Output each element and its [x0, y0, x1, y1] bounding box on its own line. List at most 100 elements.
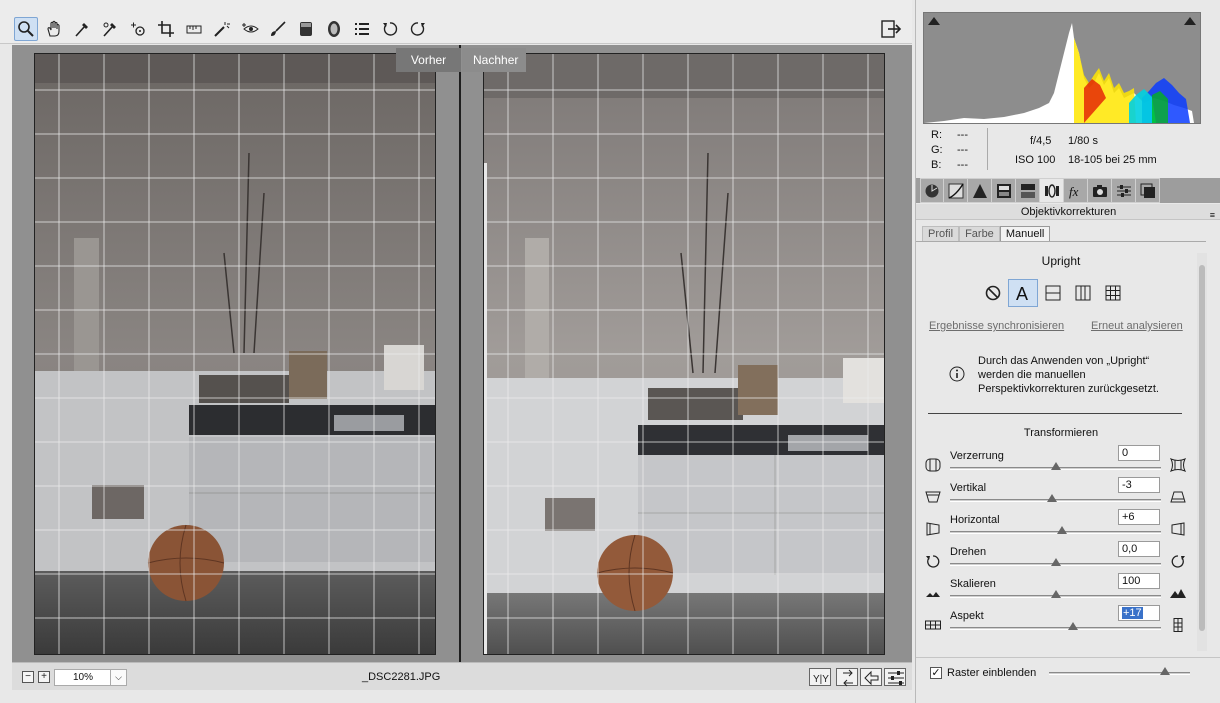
rotate-left-icon[interactable]	[378, 17, 402, 41]
straighten-tool-icon[interactable]	[182, 17, 206, 41]
tab-tone-curve-icon[interactable]	[944, 178, 968, 203]
tool-group	[14, 17, 430, 41]
tab-detail-icon[interactable]	[968, 178, 992, 203]
chevron-down-icon[interactable]: ⌵	[110, 669, 127, 686]
image-frame	[34, 53, 436, 655]
info-icon	[949, 366, 965, 382]
panel-scrollbar[interactable]	[1197, 253, 1207, 651]
grid-size-slider-thumb[interactable]	[1160, 667, 1170, 675]
slider-value-field[interactable]: -3	[1118, 477, 1160, 493]
red-eye-tool-icon[interactable]	[238, 17, 262, 41]
aspect-wide-icon	[925, 620, 941, 630]
prohibited-icon	[985, 285, 1001, 301]
tab-camera-calibration-icon[interactable]	[1088, 178, 1112, 203]
tab-effects-icon[interactable]: fx	[1064, 178, 1088, 203]
image-info: R: --- G: --- B: --- f/4,5 1/80 s ISO 10…	[923, 126, 1205, 174]
slider-horizontal: Horizontal +6	[916, 509, 1206, 546]
r-value: ---	[957, 129, 968, 141]
slider-thumb[interactable]	[1050, 462, 1061, 470]
tab-manual[interactable]: Manuell	[999, 226, 1051, 242]
graduated-filter-icon[interactable]	[294, 17, 318, 41]
swap-settings-icon[interactable]	[836, 668, 858, 687]
show-grid-label: Raster einblenden	[947, 667, 1037, 679]
highlight-clipping-warning-icon[interactable]	[1183, 16, 1197, 26]
slider-thumb[interactable]	[1047, 494, 1058, 502]
sync-results-link[interactable]: Ergebnisse synchronisieren	[929, 320, 1064, 332]
upright-title: Upright	[1041, 254, 1081, 268]
exit-fullscreen-icon[interactable]	[880, 19, 902, 39]
split-divider[interactable]	[459, 45, 461, 662]
copy-settings-icon[interactable]	[860, 668, 882, 686]
reanalyze-link[interactable]: Erneut analysieren	[1091, 320, 1183, 332]
preferences-list-icon[interactable]	[350, 17, 374, 41]
rotate-right-icon[interactable]	[406, 17, 430, 41]
crop-tool-icon[interactable]	[154, 17, 178, 41]
slider-value-field[interactable]: 0,0	[1118, 541, 1160, 557]
g-value: ---	[957, 144, 968, 156]
zoom-out-button[interactable]: −	[22, 671, 34, 683]
toggle-settings-icon[interactable]	[884, 668, 906, 686]
tab-color[interactable]: Farbe	[959, 226, 1000, 242]
shadow-clipping-warning-icon[interactable]	[927, 16, 941, 26]
radial-filter-icon[interactable]	[322, 17, 346, 41]
histogram	[923, 12, 1201, 124]
panel-menu-icon[interactable]: ≡	[1210, 207, 1215, 223]
scale-large-icon	[1170, 589, 1186, 598]
tab-split-toning-icon[interactable]	[1016, 178, 1040, 203]
slider-thumb[interactable]	[1050, 558, 1061, 566]
slider-track[interactable]	[950, 627, 1161, 630]
slider-thumb[interactable]	[1056, 526, 1067, 534]
slider-label: Aspekt	[950, 610, 984, 622]
show-grid-checkbox[interactable]: ✓	[930, 667, 942, 679]
toolbar	[0, 0, 912, 44]
slider-thumb[interactable]	[1050, 590, 1061, 598]
slider-value-field[interactable]: +6	[1118, 509, 1160, 525]
spot-removal-tool-icon[interactable]	[210, 17, 234, 41]
slider-track[interactable]	[950, 531, 1161, 534]
g-label: G:	[931, 144, 943, 156]
upright-level-button[interactable]	[1038, 279, 1068, 307]
upright-off-button[interactable]	[978, 279, 1008, 307]
slider-thumb[interactable]	[1068, 622, 1079, 630]
slider-distortion: Verzerrung 0	[916, 445, 1206, 482]
lens-manual-content: Upright A Ergebnisse synchronisieren Ern…	[916, 242, 1206, 657]
tab-hsl-icon[interactable]	[992, 178, 1016, 203]
upright-full-button[interactable]	[1098, 279, 1128, 307]
adjustment-brush-icon[interactable]	[266, 17, 290, 41]
scrollbar-thumb[interactable]	[1199, 265, 1205, 631]
tab-profile[interactable]: Profil	[922, 226, 960, 242]
tab-basic-icon[interactable]	[920, 178, 944, 203]
rotate-left-icon	[926, 555, 940, 568]
preview-after-image[interactable]	[483, 53, 885, 655]
tab-after[interactable]: Nachher	[462, 48, 526, 72]
horizontal-left-icon	[926, 522, 940, 536]
zoom-level-field[interactable]: 10%	[54, 669, 112, 686]
distortion-pincushion-icon	[1170, 458, 1186, 472]
tab-presets-icon[interactable]	[1112, 178, 1136, 203]
preview-area[interactable]: Vorher Nachher	[12, 45, 912, 662]
tab-before[interactable]: Vorher	[396, 48, 461, 72]
tab-snapshots-icon[interactable]	[1136, 178, 1160, 203]
upright-auto-button[interactable]: A	[1008, 279, 1038, 307]
target-adjustment-tool-icon[interactable]	[126, 17, 150, 41]
white-balance-tool-icon[interactable]	[70, 17, 94, 41]
horizontal-right-icon	[1171, 522, 1185, 536]
tab-lens-corrections-icon[interactable]	[1040, 178, 1064, 203]
slider-value-field[interactable]: 100	[1118, 573, 1160, 589]
slider-value-field[interactable]: 0	[1118, 445, 1160, 461]
settings-panel: R: --- G: --- B: --- f/4,5 1/80 s ISO 10…	[915, 0, 1220, 703]
before-after-view-icon[interactable]: Y|Y	[809, 668, 831, 686]
upright-vertical-button[interactable]	[1068, 279, 1098, 307]
color-sampler-tool-icon[interactable]	[98, 17, 122, 41]
divider	[928, 413, 1182, 414]
zoom-in-button[interactable]: +	[38, 671, 50, 683]
vertical-narrow-icon	[925, 491, 941, 503]
panel-title: Objektivkorrekturen ≡	[916, 204, 1220, 220]
zoom-tool-icon[interactable]	[14, 17, 38, 41]
slider-value-field[interactable]: +17	[1118, 605, 1160, 621]
preview-before-image[interactable]	[34, 53, 436, 655]
notice-line: Durch das Anwenden von „Upright“	[978, 355, 1150, 367]
notice-line: werden die manuellen	[978, 369, 1086, 381]
hand-tool-icon[interactable]	[42, 17, 66, 41]
scale-small-icon	[926, 592, 940, 597]
